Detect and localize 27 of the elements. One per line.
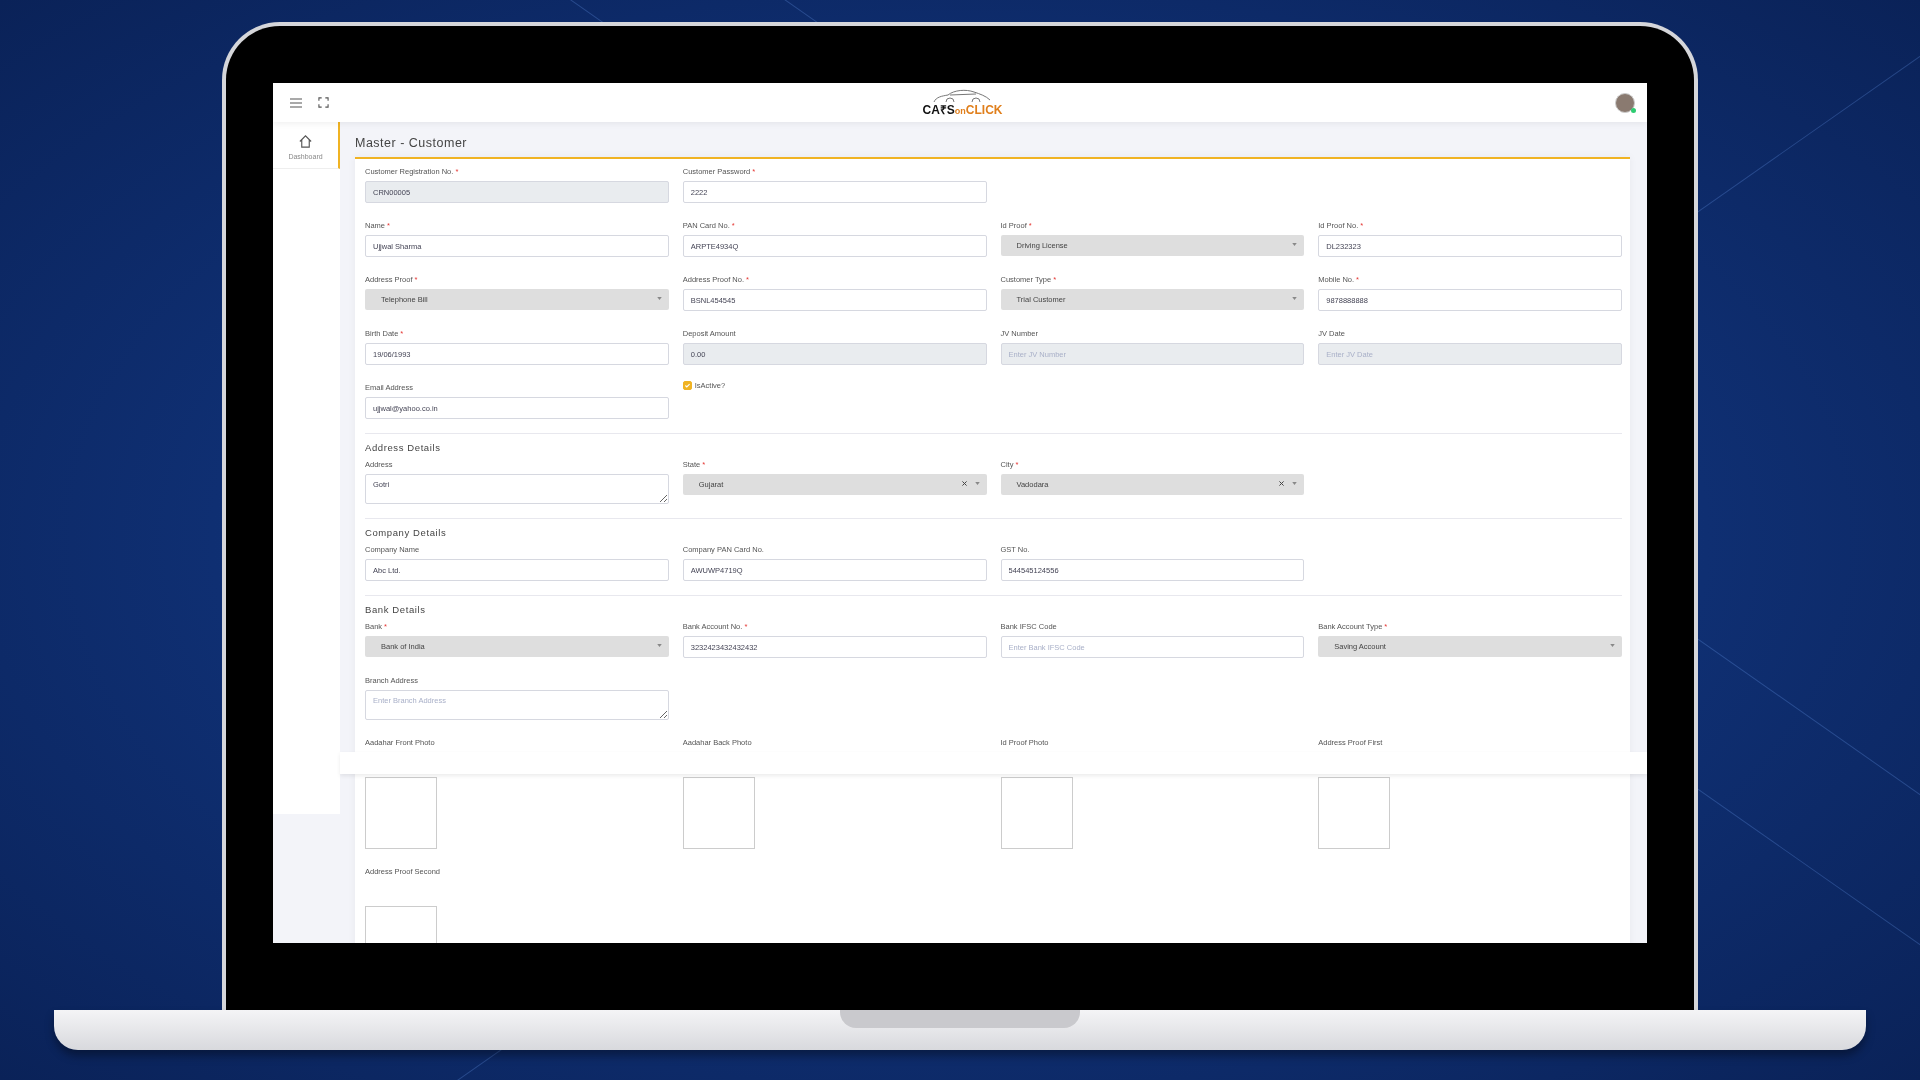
caret-icon <box>656 297 662 300</box>
section-title: Bank Details <box>365 604 427 615</box>
logo-text: CA₹S <box>922 101 955 118</box>
photo-placeholder[interactable] <box>365 777 437 849</box>
clear-icon[interactable] <box>1279 481 1285 486</box>
caret-icon <box>1292 482 1298 485</box>
logo-text: CLICK <box>965 102 1003 117</box>
menu-icon[interactable] <box>290 97 302 108</box>
checkbox[interactable] <box>682 381 692 390</box>
user-avatar[interactable] <box>1615 92 1635 113</box>
page-title: Master - Customer <box>355 136 468 150</box>
fullscreen-icon[interactable] <box>318 97 329 108</box>
caret-icon <box>1610 644 1615 647</box>
photo-placeholder[interactable] <box>1000 777 1073 849</box>
car-outline-icon <box>932 87 993 104</box>
home-icon <box>298 134 313 149</box>
section-title: Address Details <box>365 442 442 453</box>
logo-text: on <box>954 105 966 116</box>
clear-icon[interactable] <box>961 481 967 486</box>
photo-placeholder[interactable] <box>682 777 755 849</box>
photo-placeholder[interactable] <box>1318 777 1391 849</box>
caret-icon <box>656 644 662 647</box>
caret-icon <box>974 482 980 485</box>
caret-icon <box>1292 297 1298 300</box>
section-title: Company Details <box>365 527 448 538</box>
online-status-dot <box>1631 107 1636 113</box>
caret-icon <box>1292 243 1298 246</box>
